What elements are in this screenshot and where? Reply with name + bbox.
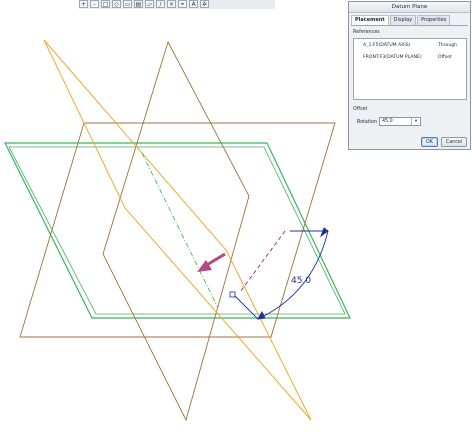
rotation-value-select[interactable]: 45.0 ▾ xyxy=(379,117,421,126)
references-label: References xyxy=(353,30,380,35)
cancel-button[interactable]: Cancel xyxy=(441,137,467,147)
angle-dimension-label[interactable]: 45.0 xyxy=(291,276,311,286)
datum-plane-dialog: Datum Plane Placement Display Properties… xyxy=(348,1,471,150)
reference-name: FRONT:F3(DATUM PLANE) xyxy=(363,55,422,60)
reference-type[interactable]: Through xyxy=(438,42,457,50)
tab-properties[interactable]: Properties xyxy=(417,15,451,25)
reference-row[interactable]: FRONT:F3(DATUM PLANE) Offset xyxy=(354,54,466,62)
zoom-in-icon[interactable]: + xyxy=(79,0,88,8)
datum-plane-icon[interactable]: ▱ xyxy=(145,0,154,8)
rotation-label: Rotation xyxy=(357,120,378,125)
rotation-preview-line xyxy=(239,230,286,293)
reference-row[interactable]: A_1:F5(DATUM AXIS) Through xyxy=(354,42,466,50)
datum-axis-icon[interactable]: / xyxy=(156,0,165,8)
brown-datum-plane-front[interactable] xyxy=(19,122,336,338)
dialog-tabs: Placement Display Properties xyxy=(351,15,468,26)
reference-type[interactable]: Offset xyxy=(438,54,452,62)
chevron-down-icon[interactable]: ▾ xyxy=(411,118,420,125)
rotation-value: 45.0 xyxy=(382,119,393,124)
spin-center-icon[interactable]: ✲ xyxy=(200,0,209,8)
ok-button[interactable]: OK xyxy=(421,137,438,147)
new-datum-plane-preview[interactable] xyxy=(43,39,312,421)
datum-point-icon[interactable]: × xyxy=(167,0,176,8)
view-toolbar: + - □ ◇ ▭ ▤ ▱ / × ⌖ A ✲ xyxy=(79,0,275,9)
dialog-title: Datum Plane xyxy=(349,2,470,13)
refit-icon[interactable]: □ xyxy=(101,0,110,8)
front-datum-plane[interactable] xyxy=(4,142,351,319)
annotation-icon[interactable]: A xyxy=(189,0,198,8)
brown-datum-plane-diamond[interactable] xyxy=(102,40,250,422)
datum-display-icon[interactable]: ▭ xyxy=(123,0,132,8)
coordinate-system-icon[interactable]: ⌖ xyxy=(178,0,187,8)
references-list[interactable]: A_1:F5(DATUM AXIS) Through FRONT:F3(DATU… xyxy=(353,38,467,100)
drag-handle[interactable] xyxy=(229,291,236,298)
repaint-icon[interactable]: ◇ xyxy=(112,0,121,8)
datum-axis-a1[interactable] xyxy=(141,152,219,309)
direction-arrow-icon[interactable] xyxy=(197,252,226,272)
tab-display[interactable]: Display xyxy=(389,15,417,25)
tab-placement[interactable]: Placement xyxy=(351,15,389,25)
view-manager-icon[interactable]: ▤ xyxy=(134,0,143,8)
offset-label: Offset xyxy=(353,107,368,112)
reference-name: A_1:F5(DATUM AXIS) xyxy=(363,43,411,48)
zoom-out-icon[interactable]: - xyxy=(90,0,99,8)
